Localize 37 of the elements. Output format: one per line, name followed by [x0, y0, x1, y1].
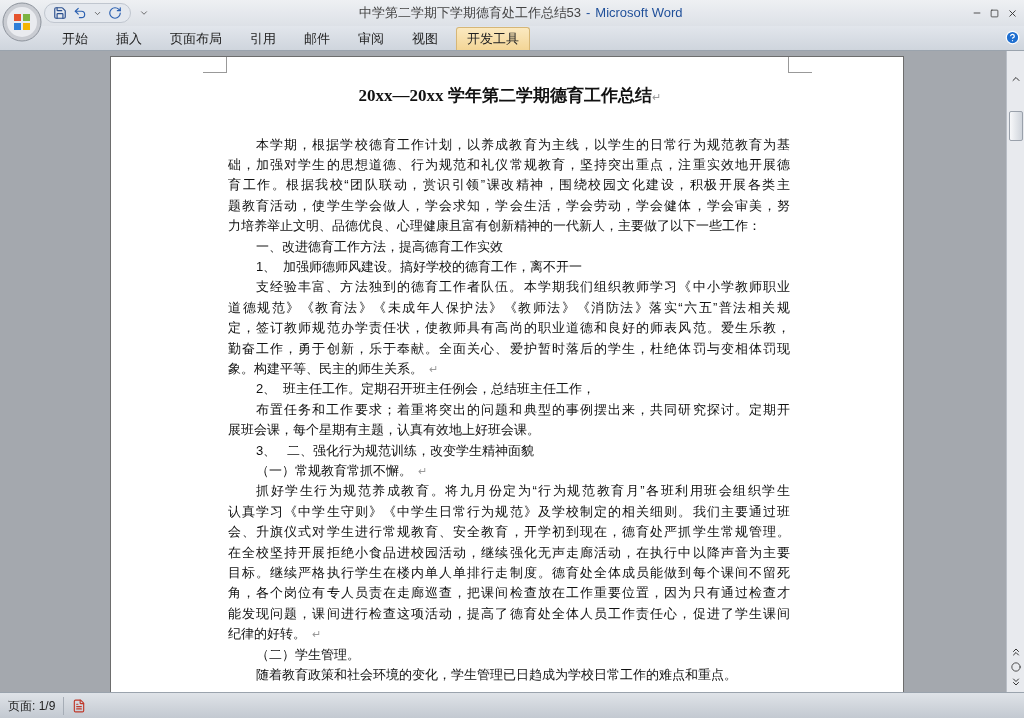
ribbon-tab[interactable]: 开始: [52, 27, 98, 50]
body-paragraph: 2、 班主任工作。定期召开班主任例会，总结班主任工作，: [255, 380, 597, 399]
ribbon-tab[interactable]: 视图: [402, 27, 448, 50]
body-paragraph: 1、 加强师德师风建设。搞好学校的德育工作，离不开一: [255, 257, 584, 276]
undo-icon[interactable]: [73, 6, 87, 20]
crop-mark: [203, 57, 227, 73]
browse-object-icon[interactable]: [1010, 662, 1021, 672]
body-paragraph: 本学期，根据学校德育工作计划，以养成教育为主线，以学生的日常行为规范教育为基 础，加强对学生的思想道德、行为规范和礼仪常规教育，坚持突出重点，注重实效地开展德 育工作。根据我校“团队联动，赏识引领”课改精神，围绕校园文化建设，积极开展各类主 题教育活动，使学生学会做人，学会求知，学会生活，学会劳动，学会健体，学会审美，努 力培养举止文明、品德优良、心理健康且富有创新精神的一代新人，主要做了以下一些工作：: [228, 135, 790, 236]
document-icon[interactable]: [72, 698, 87, 713]
ribbon-tab[interactable]: 开发工具: [456, 27, 530, 50]
body-paragraph: 抓好学生行为规范养成教育。将九月份定为“行为规范教育月”各班利用班会组织学生 认真学习《中学生守则》《中学生日常行为规范》及学校制定的相关细则。我们主要通过班 会、升旗仪式对学生进行常规教育、安全教育，开学初到现在，德育处严抓学生常规管理。 在全校坚持开展拒绝小食品进校园活动，继续强化无声走廊活动，在执行中以降声音为主要 目标。继续严格执行学生在楼内单人单排行走制度。德育处全体成员能做到每个课间不留死 角，各个岗位有专人员责在走廊巡查，把课间检查放在工作重要位置，因为只有通过检查才 能发现问题，课间进行检查这项活动，提高了德育处全体人员工作责任心，促进了学生课间 纪律的好转。 ↵: [228, 482, 790, 644]
crop-mark: [788, 57, 812, 73]
app-name: Microsoft Word: [595, 4, 683, 23]
title-separator: -: [585, 4, 591, 23]
body-paragraph: （二）学生管理。: [255, 645, 361, 664]
body-paragraph: 一、改进德育工作方法，提高德育工作实效: [255, 237, 504, 256]
close-icon[interactable]: [1007, 7, 1018, 19]
document-title: 20xx—20xx 学年第二学期德育工作总结↵: [358, 86, 661, 105]
ribbon-tab[interactable]: 引用: [240, 27, 286, 50]
scroll-thumb[interactable]: [1008, 111, 1023, 141]
redo-icon[interactable]: [108, 6, 122, 20]
page-indicator[interactable]: 页面: 1/9: [0, 696, 65, 715]
body-paragraph: （一）常规教育常抓不懈。 ↵: [255, 462, 428, 480]
ribbon-tab[interactable]: 邮件: [294, 27, 340, 50]
help-icon[interactable]: [1005, 30, 1020, 45]
window-title: 中学第二学期下学期德育处工作总结53: [358, 4, 581, 23]
caret-icon[interactable]: [139, 8, 149, 18]
vertical-scrollbar[interactable]: [1006, 51, 1024, 692]
save-icon[interactable]: [53, 6, 67, 20]
body-paragraph: 支经验丰富、方法独到的德育工作者队伍。本学期我们组织教师学习《中小学教师职业 道德规范》《教育法》《未成年人保护法》《教师法》《消防法》落实“六五”普法相关规 定，签订教师规范办学责任状，使教师具有高尚的职业道德和良好的师表风范。爱生乐教， 勤奋工作，勇于创新，乐于奉献。全面关心、爱护暂时落后的学生，杜绝体罚与变相体罚现 象。构建平等、民主的师生关系。 ↵: [228, 278, 790, 378]
body-paragraph: 3、 二、强化行为规范训练，改变学生精神面貌: [255, 441, 536, 460]
body-paragraph: 布置任务和工作要求；着重将突出的问题和典型的事例摆出来，共同研究探讨。定期开 展班会课，每个星期有主题，认真有效地上好班会课。: [228, 400, 790, 440]
maximize-icon[interactable]: [990, 8, 999, 18]
body-paragraph: 随着教育政策和社会环境的变化，学生管理已日趋成为学校日常工作的难点和重点。: [255, 666, 738, 685]
ribbon-tab[interactable]: 页面布局: [160, 27, 232, 50]
ribbon-tab[interactable]: 审阅: [348, 27, 394, 50]
ribbon-tab[interactable]: 插入: [106, 27, 152, 50]
